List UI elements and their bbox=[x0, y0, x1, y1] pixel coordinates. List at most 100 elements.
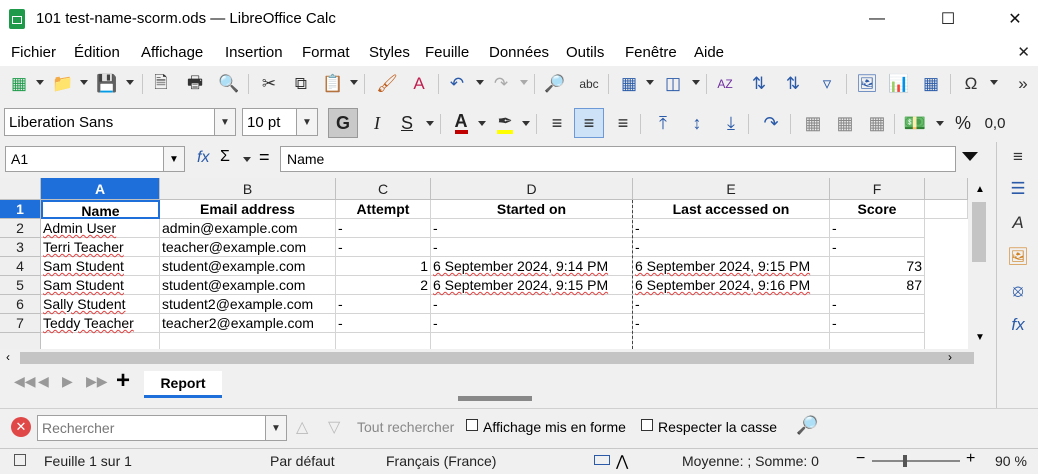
table-cell[interactable]: 6 September 2024, 9:15 PM bbox=[633, 257, 830, 276]
styles-icon[interactable]: A bbox=[1007, 212, 1029, 234]
row-icon[interactable]: ▦ bbox=[618, 73, 640, 95]
last-sheet-icon[interactable]: ▶▶ bbox=[86, 373, 108, 390]
table-cell[interactable]: - bbox=[633, 219, 830, 238]
row-header[interactable]: 6 bbox=[0, 295, 41, 314]
empty-cell[interactable] bbox=[633, 333, 830, 349]
scroll-right-icon[interactable]: › bbox=[948, 350, 952, 364]
sort-icon[interactable]: AZ bbox=[714, 73, 736, 95]
chevron-down-icon[interactable]: ▼ bbox=[265, 416, 286, 440]
scroll-left-icon[interactable]: ‹ bbox=[6, 350, 10, 364]
table-cell[interactable]: student@example.com bbox=[160, 257, 336, 276]
wrap-text-icon[interactable]: ↷ bbox=[756, 108, 786, 138]
table-cell[interactable]: student2@example.com bbox=[160, 295, 336, 314]
bold-button[interactable]: G bbox=[328, 108, 358, 138]
chevron-down-icon[interactable]: ▼ bbox=[214, 109, 235, 135]
spelling-icon[interactable]: abc bbox=[578, 73, 600, 95]
language[interactable]: Français (France) bbox=[386, 453, 496, 469]
empty-cell[interactable] bbox=[925, 200, 968, 219]
italic-button[interactable]: I bbox=[362, 108, 392, 138]
page-style[interactable]: Par défaut bbox=[270, 453, 335, 469]
row-header[interactable]: 3 bbox=[0, 238, 41, 257]
horizontal-scrollbar[interactable]: ‹ › bbox=[0, 349, 974, 367]
column-header-b[interactable]: B bbox=[160, 178, 336, 200]
font-color-button[interactable]: A bbox=[446, 108, 476, 138]
menu-outils[interactable]: Outils bbox=[566, 44, 604, 61]
table-cell[interactable]: - bbox=[830, 219, 925, 238]
menu-aide[interactable]: Aide bbox=[694, 44, 724, 61]
gallery-icon[interactable]: 🖼 bbox=[1007, 246, 1029, 268]
minimize-icon[interactable]: — bbox=[854, 0, 900, 38]
table-cell[interactable]: teacher@example.com bbox=[160, 238, 336, 257]
column-header-f[interactable]: F bbox=[830, 178, 925, 200]
close-find-icon[interactable]: ✕ bbox=[11, 417, 31, 437]
column-header-g[interactable] bbox=[925, 178, 968, 200]
previous-sheet-icon[interactable]: ◀ bbox=[38, 373, 49, 390]
print-icon[interactable]: 🖶 bbox=[184, 73, 206, 95]
table-cell[interactable]: - bbox=[336, 314, 431, 333]
next-sheet-icon[interactable]: ▶ bbox=[62, 373, 73, 390]
new-document-icon[interactable]: ▦ bbox=[8, 73, 30, 95]
undo-icon[interactable]: ↶ bbox=[446, 73, 468, 95]
table-cell[interactable]: - bbox=[431, 314, 633, 333]
table-cell[interactable]: 1 bbox=[336, 257, 431, 276]
table-cell[interactable]: 6 September 2024, 9:14 PM bbox=[431, 257, 633, 276]
export-pdf-icon[interactable]: 🗎 bbox=[150, 73, 172, 95]
resize-handle[interactable] bbox=[458, 396, 532, 401]
percent-format-icon[interactable]: % bbox=[948, 108, 978, 138]
table-cell[interactable]: teacher2@example.com bbox=[160, 314, 336, 333]
scroll-down-icon[interactable]: ▼ bbox=[975, 332, 985, 343]
align-left-icon[interactable]: ≡ bbox=[542, 108, 572, 138]
table-cell[interactable]: Terri Teacher bbox=[41, 238, 160, 257]
empty-cell[interactable] bbox=[160, 333, 336, 349]
expand-formula-icon[interactable] bbox=[962, 152, 978, 161]
table-cell[interactable]: - bbox=[633, 295, 830, 314]
table-cell[interactable]: - bbox=[336, 219, 431, 238]
save-icon[interactable]: 💾 bbox=[96, 73, 118, 95]
menu-affichage[interactable]: Affichage bbox=[141, 44, 203, 61]
row-header[interactable]: 2 bbox=[0, 219, 41, 238]
table-cell[interactable]: Sam Student bbox=[41, 257, 160, 276]
table-cell[interactable]: - bbox=[431, 219, 633, 238]
open-folder-icon[interactable]: 📁 bbox=[52, 73, 74, 95]
table-header-cell[interactable]: Last accessed on bbox=[633, 200, 830, 219]
chevron-down-icon[interactable]: ▼ bbox=[163, 147, 184, 171]
cut-icon[interactable]: ✂ bbox=[258, 73, 280, 95]
table-cell[interactable]: 73 bbox=[830, 257, 925, 276]
align-top-icon[interactable]: ⤒ bbox=[648, 108, 678, 138]
table-cell[interactable]: Sam Student bbox=[41, 276, 160, 295]
empty-cell[interactable] bbox=[431, 333, 633, 349]
table-cell[interactable]: - bbox=[431, 295, 633, 314]
scroll-up-icon[interactable]: ▲ bbox=[975, 184, 985, 195]
redo-icon[interactable]: ↷ bbox=[490, 73, 512, 95]
zoom-out-icon[interactable]: − bbox=[856, 450, 865, 468]
row-header[interactable]: 4 bbox=[0, 257, 41, 276]
sum-icon[interactable]: Σ bbox=[220, 148, 230, 166]
empty-cell[interactable] bbox=[830, 333, 925, 349]
column-header-e[interactable]: E bbox=[633, 178, 830, 200]
special-character-icon[interactable]: Ω bbox=[960, 73, 982, 95]
maximize-icon[interactable]: ☐ bbox=[925, 0, 971, 38]
insert-chart-icon[interactable]: 📊 bbox=[888, 73, 910, 95]
table-cell[interactable]: admin@example.com bbox=[160, 219, 336, 238]
table-cell[interactable]: - bbox=[830, 295, 925, 314]
table-cell[interactable]: - bbox=[336, 295, 431, 314]
table-header-cell[interactable]: Name bbox=[41, 200, 160, 219]
table-header-cell[interactable]: Score bbox=[830, 200, 925, 219]
row-header[interactable] bbox=[0, 333, 41, 349]
menu-feuille[interactable]: Feuille bbox=[425, 44, 469, 61]
function-wizard-icon[interactable]: fx bbox=[197, 149, 209, 167]
select-all-corner[interactable] bbox=[0, 178, 41, 200]
vertical-scrollbar[interactable]: ▲ ▼ bbox=[968, 178, 990, 349]
spreadsheet-grid[interactable]: A B C D E F 1 2 3 4 5 6 7 Name Email add… bbox=[0, 178, 968, 349]
row-header[interactable]: 5 bbox=[0, 276, 41, 295]
table-cell[interactable]: 2 bbox=[336, 276, 431, 295]
sheet-tab[interactable]: Report bbox=[144, 371, 222, 398]
find-replace-icon[interactable]: 🔎 bbox=[796, 415, 818, 436]
number-format-icon[interactable]: 💵 bbox=[900, 108, 930, 138]
insert-image-icon[interactable]: 🖼 bbox=[856, 73, 878, 95]
table-cell[interactable]: 6 September 2024, 9:15 PM bbox=[431, 276, 633, 295]
find-previous-icon[interactable]: △ bbox=[296, 417, 308, 437]
align-right-icon[interactable]: ≡ bbox=[608, 108, 638, 138]
row-header[interactable]: 7 bbox=[0, 314, 41, 333]
highlighting-color-button[interactable]: ✒ bbox=[490, 108, 520, 138]
